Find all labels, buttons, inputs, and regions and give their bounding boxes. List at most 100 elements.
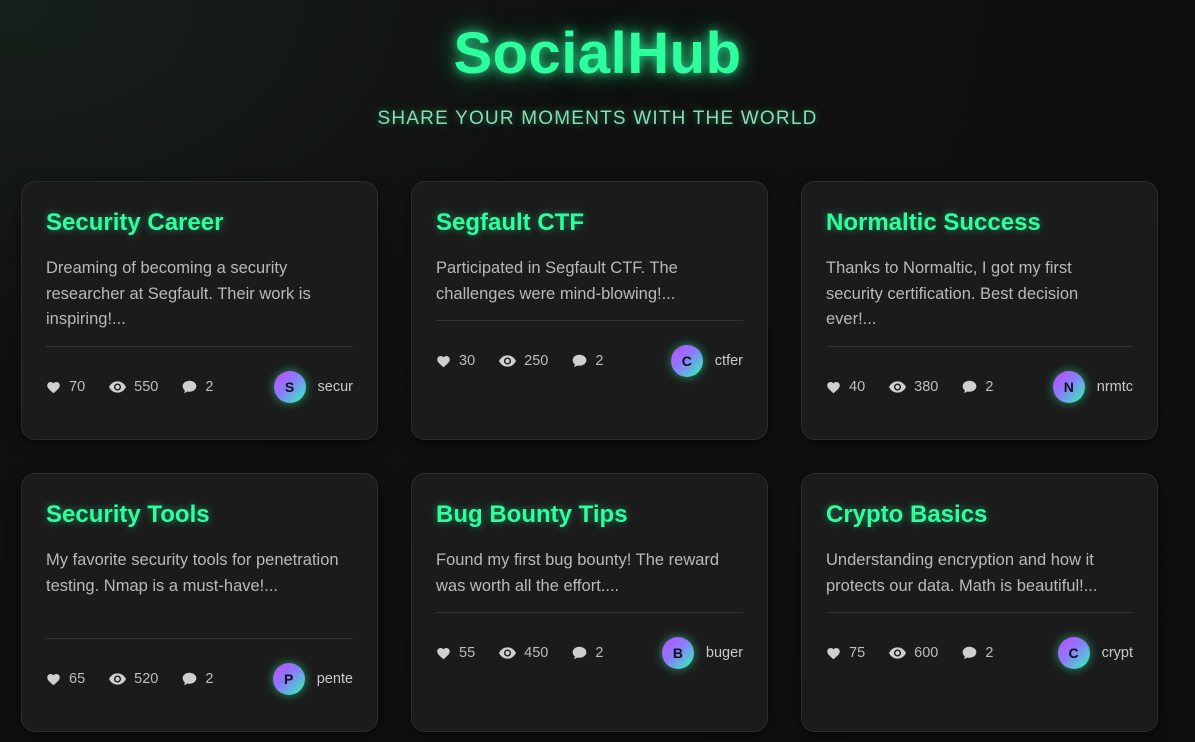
eye-icon bbox=[109, 673, 127, 685]
post-author[interactable]: P pente bbox=[272, 663, 353, 695]
author-name[interactable]: secur bbox=[318, 379, 353, 395]
comments-count: 2 bbox=[595, 645, 604, 661]
avatar[interactable]: B bbox=[661, 637, 694, 669]
avatar[interactable]: C bbox=[670, 345, 703, 377]
post-footer: 65 520 2 P pente bbox=[46, 639, 353, 719]
comment-icon bbox=[962, 380, 977, 394]
likes-stat[interactable]: 75 bbox=[826, 645, 865, 661]
post-card[interactable]: Bug Bounty Tips Found my first bug bount… bbox=[411, 473, 768, 732]
post-footer: 30 250 2 C ctfer bbox=[436, 321, 743, 401]
post-title[interactable]: Security Tools bbox=[46, 500, 353, 530]
comments-count: 2 bbox=[595, 353, 604, 369]
post-excerpt: My favorite security tools for penetrati… bbox=[46, 551, 339, 595]
comments-count: 2 bbox=[205, 379, 214, 395]
heart-icon bbox=[437, 356, 450, 368]
likes-count: 55 bbox=[459, 645, 476, 661]
comments-stat[interactable]: 2 bbox=[182, 379, 213, 395]
author-name[interactable]: pente bbox=[317, 671, 353, 687]
eye-icon bbox=[889, 647, 907, 659]
heart-icon bbox=[827, 382, 840, 394]
comments-count: 2 bbox=[985, 379, 994, 395]
views-stat: 550 bbox=[109, 379, 158, 395]
likes-stat[interactable]: 30 bbox=[436, 353, 475, 369]
heart-icon bbox=[437, 648, 450, 660]
views-stat: 380 bbox=[889, 379, 938, 395]
likes-stat[interactable]: 65 bbox=[46, 671, 85, 687]
eye-icon bbox=[499, 647, 517, 659]
views-count: 380 bbox=[914, 379, 939, 395]
post-author[interactable]: B buger bbox=[661, 637, 743, 669]
post-title[interactable]: Security Career bbox=[46, 208, 353, 238]
page-header: SocialHub SHARE YOUR MOMENTS WITH THE WO… bbox=[0, 0, 1195, 130]
post-grid: Security Career Dreaming of becoming a s… bbox=[21, 181, 1158, 732]
post-footer: 70 550 2 S secur bbox=[46, 347, 353, 427]
avatar[interactable]: P bbox=[272, 663, 305, 695]
comments-stat[interactable]: 2 bbox=[962, 645, 993, 661]
tagline: SHARE YOUR MOMENTS WITH THE WORLD bbox=[377, 108, 818, 129]
post-author[interactable]: S secur bbox=[273, 371, 353, 403]
views-count: 520 bbox=[134, 671, 159, 687]
comments-count: 2 bbox=[205, 671, 214, 687]
views-count: 250 bbox=[524, 353, 549, 369]
likes-count: 40 bbox=[849, 379, 866, 395]
author-name[interactable]: crypt bbox=[1102, 645, 1133, 661]
author-name[interactable]: nrmtc bbox=[1097, 379, 1133, 395]
likes-stat[interactable]: 55 bbox=[436, 645, 475, 661]
heart-icon bbox=[47, 382, 60, 394]
avatar[interactable]: N bbox=[1052, 371, 1085, 403]
likes-stat[interactable]: 70 bbox=[46, 379, 85, 395]
likes-stat[interactable]: 40 bbox=[826, 379, 865, 395]
post-excerpt: Found my first bug bounty! The reward wa… bbox=[436, 551, 720, 595]
post-excerpt: Participated in Segfault CTF. The challe… bbox=[436, 259, 678, 303]
comments-stat[interactable]: 2 bbox=[572, 353, 603, 369]
post-title[interactable]: Segfault CTF bbox=[436, 208, 743, 238]
heart-icon bbox=[827, 648, 840, 660]
comments-stat[interactable]: 2 bbox=[572, 645, 603, 661]
heart-icon bbox=[47, 674, 60, 686]
post-excerpt: Understanding encryption and how it prot… bbox=[826, 551, 1098, 595]
author-name[interactable]: buger bbox=[706, 645, 743, 661]
post-footer: 75 600 2 C crypt bbox=[826, 613, 1133, 693]
comments-count: 2 bbox=[985, 645, 994, 661]
post-card[interactable]: Crypto Basics Understanding encryption a… bbox=[801, 473, 1158, 732]
post-excerpt: Thanks to Normaltic, I got my first secu… bbox=[826, 259, 1079, 328]
avatar[interactable]: C bbox=[1057, 637, 1090, 669]
author-name[interactable]: ctfer bbox=[715, 353, 743, 369]
avatar[interactable]: S bbox=[273, 371, 306, 403]
post-card[interactable]: Security Tools My favorite security tool… bbox=[21, 473, 378, 732]
likes-count: 75 bbox=[849, 645, 866, 661]
likes-count: 30 bbox=[459, 353, 476, 369]
views-stat: 520 bbox=[109, 671, 158, 687]
comments-stat[interactable]: 2 bbox=[962, 379, 993, 395]
post-author[interactable]: N nrmtc bbox=[1052, 371, 1133, 403]
views-count: 600 bbox=[914, 645, 939, 661]
post-author[interactable]: C crypt bbox=[1057, 637, 1133, 669]
comment-icon bbox=[572, 646, 587, 660]
comment-icon bbox=[182, 380, 197, 394]
post-footer: 55 450 2 B buger bbox=[436, 613, 743, 693]
views-stat: 600 bbox=[889, 645, 938, 661]
views-stat: 250 bbox=[499, 353, 548, 369]
views-count: 550 bbox=[134, 379, 159, 395]
views-stat: 450 bbox=[499, 645, 548, 661]
views-count: 450 bbox=[524, 645, 549, 661]
eye-icon bbox=[109, 381, 127, 393]
comment-icon bbox=[182, 672, 197, 686]
post-card[interactable]: Normaltic Success Thanks to Normaltic, I… bbox=[801, 181, 1158, 440]
brand-logo[interactable]: SocialHub bbox=[0, 22, 1195, 86]
post-card[interactable]: Segfault CTF Participated in Segfault CT… bbox=[411, 181, 768, 440]
comment-icon bbox=[572, 354, 587, 368]
eye-icon bbox=[889, 381, 907, 393]
post-card[interactable]: Security Career Dreaming of becoming a s… bbox=[21, 181, 378, 440]
comments-stat[interactable]: 2 bbox=[182, 671, 213, 687]
comment-icon bbox=[962, 646, 977, 660]
post-title[interactable]: Crypto Basics bbox=[826, 500, 1133, 530]
likes-count: 65 bbox=[69, 671, 86, 687]
post-footer: 40 380 2 N nrmtc bbox=[826, 347, 1133, 427]
post-author[interactable]: C ctfer bbox=[670, 345, 743, 377]
post-excerpt: Dreaming of becoming a security research… bbox=[46, 259, 311, 328]
post-title[interactable]: Bug Bounty Tips bbox=[436, 500, 743, 530]
post-title[interactable]: Normaltic Success bbox=[826, 208, 1133, 238]
eye-icon bbox=[499, 355, 517, 367]
likes-count: 70 bbox=[69, 379, 86, 395]
